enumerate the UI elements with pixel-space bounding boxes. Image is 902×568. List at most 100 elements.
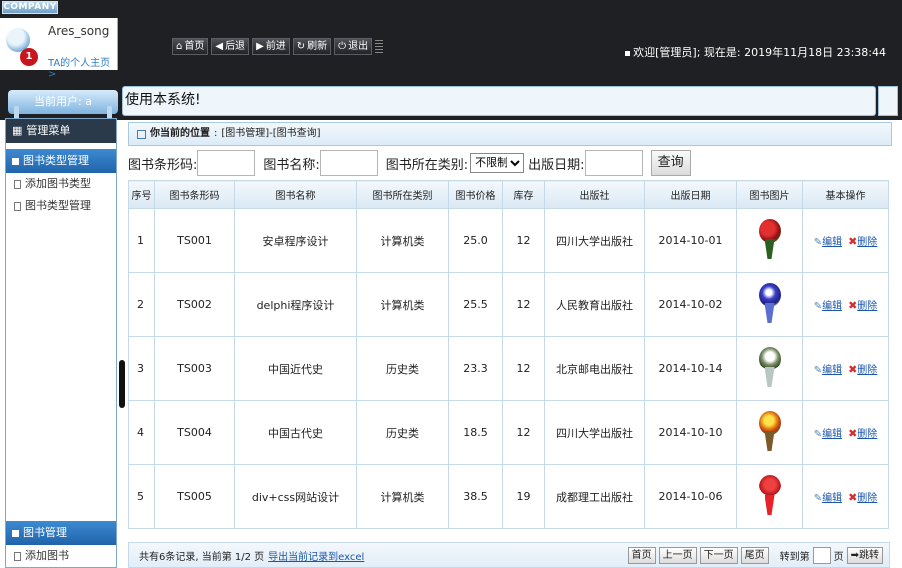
cell-price: 25.0 xyxy=(448,208,503,273)
sidebar-collapse-handle[interactable] xyxy=(119,360,125,408)
back-button[interactable]: ◀ 后退 xyxy=(211,38,250,55)
cell-image xyxy=(736,336,803,401)
query-button[interactable]: 查询 xyxy=(650,150,691,176)
cell-seq: 1 xyxy=(128,208,155,273)
cell-ops: ✎编辑 ✖删除 xyxy=(802,272,889,337)
edit-link[interactable]: 编辑 xyxy=(822,493,842,504)
pencil-icon: ✎ xyxy=(813,429,823,440)
delete-action[interactable]: ✖删除 xyxy=(848,361,877,376)
forward-button[interactable]: ▶ 前进 xyxy=(252,38,290,55)
column-header: 序号 xyxy=(128,180,155,209)
delete-action[interactable]: ✖删除 xyxy=(848,297,877,312)
edit-link[interactable]: 编辑 xyxy=(822,237,842,248)
cell-publisher: 北京邮电出版社 xyxy=(544,336,645,401)
cell-barcode: TS003 xyxy=(154,336,235,401)
publish-date-input[interactable] xyxy=(584,150,643,176)
cell-barcode: TS002 xyxy=(154,272,235,337)
delete-link[interactable]: 删除 xyxy=(857,493,877,504)
table-footer: 共有6条记录, 当前第 1/2 页 导出当前记录到excel 首页 上一页 下一… xyxy=(128,542,890,568)
column-header: 图书所在类别 xyxy=(356,180,449,209)
home-page-link[interactable]: TA的个人主页 > xyxy=(48,54,117,80)
cell-date: 2014-10-14 xyxy=(644,336,737,401)
column-header: 出版日期 xyxy=(644,180,737,209)
column-header: 图书价格 xyxy=(448,180,503,209)
cell-image xyxy=(736,464,803,529)
delete-link[interactable]: 删除 xyxy=(857,429,877,440)
refresh-button[interactable]: ↻ 刷新 xyxy=(292,38,332,55)
pagination: 首页 上一页 下一页 尾页 转到第 页 ➡跳转 xyxy=(627,547,883,564)
refresh-label: 刷新 xyxy=(307,41,328,52)
top-nav: ⌂ 首页 ◀ 后退 ▶ 前进 ↻ 刷新 ⏻ 退出 xyxy=(172,38,384,56)
cell-price: 18.5 xyxy=(448,400,503,465)
sidebar-item-book-type-manage[interactable]: 图书类型管理 xyxy=(6,195,116,217)
cell-ops: ✎编辑 ✖删除 xyxy=(802,208,889,273)
refresh-icon: ↻ xyxy=(296,41,306,52)
breadcrumb-label: 你当前的位置 xyxy=(150,128,210,139)
goto-label: 转到第 xyxy=(779,552,810,563)
sidebar: ▦ 管理菜单 图书类型管理 添加图书类型 图书类型管理 图书管理 添加图书 xyxy=(5,118,117,568)
cell-name: delphi程序设计 xyxy=(234,272,357,337)
cell-category: 历史类 xyxy=(356,400,449,465)
logout-button[interactable]: ⏻ 退出 xyxy=(334,38,373,55)
edit-link[interactable]: 编辑 xyxy=(822,365,842,376)
current-user-tab: 当前用户: a xyxy=(8,90,118,120)
welcome-label: 欢迎[管理员]; 现在是: 2019年11月18日 23:38:44 xyxy=(633,46,886,59)
first-page-button[interactable]: 首页 xyxy=(627,547,656,564)
edit-action[interactable]: ✎编辑 xyxy=(814,425,842,440)
forward-label: 前进 xyxy=(265,41,286,52)
goto-button[interactable]: ➡跳转 xyxy=(846,547,883,564)
book-name-input[interactable] xyxy=(319,150,378,176)
edit-action[interactable]: ✎编辑 xyxy=(814,233,842,248)
bullet-icon xyxy=(625,50,631,56)
sidebar-item-add-book[interactable]: 添加图书 xyxy=(6,545,116,567)
barcode-input[interactable] xyxy=(197,150,256,176)
notification-badge[interactable]: 1 xyxy=(20,48,38,66)
cell-publisher: 四川大学出版社 xyxy=(544,208,645,273)
edit-action[interactable]: ✎编辑 xyxy=(814,361,842,376)
cell-ops: ✎编辑 ✖删除 xyxy=(802,400,889,465)
sidebar-item-add-book-type[interactable]: 添加图书类型 xyxy=(6,173,116,195)
column-header: 库存 xyxy=(502,180,545,209)
document-icon xyxy=(14,201,21,211)
delete-x-icon: ✖ xyxy=(848,491,858,504)
location-icon xyxy=(137,129,146,139)
prev-page-button[interactable]: 上一页 xyxy=(658,547,697,564)
sidebar-item-label: 添加图书类型 xyxy=(25,177,91,190)
export-excel-link[interactable]: 导出当前记录到excel xyxy=(268,548,364,563)
sidebar-title-label: 管理菜单 xyxy=(26,124,71,137)
delete-link[interactable]: 删除 xyxy=(857,237,877,248)
page-suffix: 页 xyxy=(833,552,844,563)
cell-price: 38.5 xyxy=(448,464,503,529)
delete-link[interactable]: 删除 xyxy=(857,301,877,312)
delete-action[interactable]: ✖删除 xyxy=(848,489,877,504)
cell-stock: 12 xyxy=(502,400,545,465)
sidebar-section-book-type[interactable]: 图书类型管理 xyxy=(6,149,116,173)
pencil-icon: ✎ xyxy=(813,237,823,248)
delete-link[interactable]: 删除 xyxy=(857,365,877,376)
table-header-row: 序号 图书条形码 图书名称 图书所在类别 图书价格 库存 出版社 出版日期 图书… xyxy=(128,180,889,209)
row-actions: ✎编辑 ✖删除 xyxy=(803,425,888,440)
sidebar-bottom-group: 图书管理 添加图书 xyxy=(6,515,116,567)
arrow-right-icon: ➡ xyxy=(850,550,859,561)
edit-action[interactable]: ✎编辑 xyxy=(814,297,842,312)
delete-action[interactable]: ✖删除 xyxy=(848,425,877,440)
cell-category: 历史类 xyxy=(356,336,449,401)
category-select[interactable]: 不限制 xyxy=(470,153,525,173)
edit-action[interactable]: ✎编辑 xyxy=(814,489,842,504)
edit-link[interactable]: 编辑 xyxy=(822,301,842,312)
next-page-button[interactable]: 下一页 xyxy=(699,547,738,564)
cell-seq: 4 xyxy=(128,400,155,465)
delete-action[interactable]: ✖删除 xyxy=(848,233,877,248)
sidebar-section-book[interactable]: 图书管理 xyxy=(6,521,116,545)
home-button[interactable]: ⌂ 首页 xyxy=(172,38,209,55)
column-header: 基本操作 xyxy=(802,180,889,209)
cell-date: 2014-10-06 xyxy=(644,464,737,529)
last-page-button[interactable]: 尾页 xyxy=(740,547,769,564)
cell-publisher: 四川大学出版社 xyxy=(544,400,645,465)
section-square-icon xyxy=(12,157,19,165)
page-number-input[interactable] xyxy=(812,547,831,564)
cell-category: 计算机类 xyxy=(356,208,449,273)
table-row: 2 TS002 delphi程序设计 计算机类 25.5 12 人民教育出版社 … xyxy=(128,272,889,337)
edit-link[interactable]: 编辑 xyxy=(822,429,842,440)
logout-icon: ⏻ xyxy=(338,41,347,52)
